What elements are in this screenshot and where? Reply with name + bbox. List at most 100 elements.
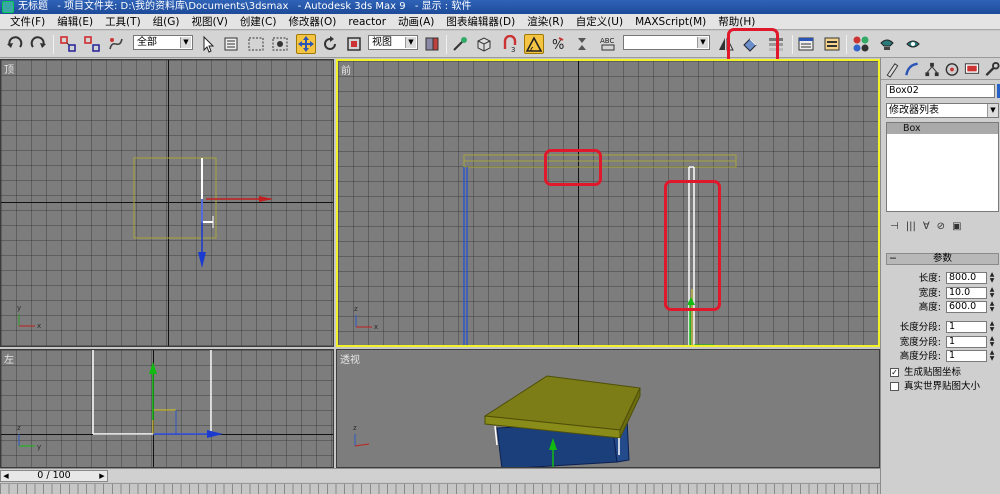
command-panel: Box02 修改器列表 ▼ Box ⊣ ||| ∀ ⊘ ▣ − 参数 长度: 800… xyxy=(880,58,1000,494)
svg-text:x: x xyxy=(37,322,41,330)
svg-text:y: y xyxy=(17,304,21,312)
select-and-rotate-icon[interactable] xyxy=(320,34,340,54)
viewport-perspective[interactable]: 透视 z xyxy=(336,349,880,468)
redo-icon[interactable] xyxy=(28,34,48,54)
viewport-front[interactable]: 前 z x xyxy=(336,59,880,347)
parameters-rollout-header[interactable]: − 参数 xyxy=(886,253,999,265)
select-object-icon[interactable] xyxy=(198,34,218,54)
modifier-stack-item[interactable]: Box xyxy=(887,123,998,134)
schematic-view-icon[interactable] xyxy=(822,34,842,54)
top-view-scene: y x xyxy=(17,157,273,330)
quick-render-icon[interactable] xyxy=(903,34,923,54)
menu-edit[interactable]: 编辑(E) xyxy=(51,14,99,30)
length-segs-param: 长度分段: 1 ▲ ▼ xyxy=(886,321,999,334)
checkbox-label: 生成贴图坐标 xyxy=(904,367,962,378)
select-and-move-icon[interactable] xyxy=(296,34,316,54)
undo-icon[interactable] xyxy=(5,34,25,54)
generate-mapping-coords-checkbox[interactable]: ✓ 生成贴图坐标 xyxy=(890,366,1000,379)
unlink-selection-icon[interactable] xyxy=(82,34,102,54)
modifier-list-dropdown[interactable]: 修改器列表 ▼ xyxy=(886,103,999,118)
spinner-icon[interactable]: ▲ ▼ xyxy=(988,321,996,333)
spinner-icon[interactable]: ▲ ▼ xyxy=(988,287,996,299)
bind-to-space-warp-icon[interactable] xyxy=(106,34,126,54)
length-input[interactable]: 800.0 xyxy=(946,272,987,284)
create-tab-icon[interactable] xyxy=(883,61,901,78)
rectangular-selection-region-icon[interactable] xyxy=(246,34,266,54)
menu-tools[interactable]: 工具(T) xyxy=(99,14,147,30)
edit-named-selection-icon[interactable]: ABC xyxy=(598,34,618,54)
menu-reactor[interactable]: reactor xyxy=(342,14,392,30)
keyboard-shortcut-override-icon[interactable] xyxy=(474,34,494,54)
hierarchy-tab-icon[interactable] xyxy=(923,61,941,78)
time-slider[interactable]: ◀ 0 / 100 ▶ xyxy=(0,470,108,482)
menu-customize[interactable]: 自定义(U) xyxy=(570,14,629,30)
spinner-icon[interactable]: ▲ ▼ xyxy=(988,301,996,313)
curve-editor-icon[interactable] xyxy=(796,34,816,54)
remove-modifier-icon[interactable]: ⊘ xyxy=(937,221,945,232)
make-unique-icon[interactable]: ∀ xyxy=(923,221,930,232)
material-editor-icon[interactable] xyxy=(851,34,871,54)
menu-create[interactable]: 创建(C) xyxy=(234,14,283,30)
length-param: 长度: 800.0 ▲ ▼ xyxy=(886,272,999,285)
height-segs-input[interactable]: 1 xyxy=(946,350,987,362)
leg-highlight xyxy=(664,180,721,311)
modifier-stack[interactable]: Box xyxy=(886,122,999,212)
width-segs-param: 宽度分段: 1 ▲ ▼ xyxy=(886,336,999,349)
window-crossing-icon[interactable] xyxy=(270,34,290,54)
motion-tab-icon[interactable] xyxy=(943,61,961,78)
svg-text:y: y xyxy=(37,443,41,451)
spinner-icon[interactable]: ▲ ▼ xyxy=(988,272,996,284)
checkbox-label: 真实世界贴图大小 xyxy=(904,381,981,392)
angle-snap-toggle-icon[interactable] xyxy=(524,34,544,54)
object-name-field[interactable]: Box02 xyxy=(886,84,995,98)
svg-text:z: z xyxy=(353,424,357,432)
show-end-result-icon[interactable]: ||| xyxy=(906,221,916,232)
menu-bar: 文件(F) 编辑(E) 工具(T) 组(G) 视图(V) 创建(C) 修改器(O… xyxy=(0,14,1000,30)
modifier-stack-tools: ⊣ ||| ∀ ⊘ ▣ xyxy=(886,218,999,234)
viewport-left[interactable]: 左 z y xyxy=(0,349,334,468)
width-input[interactable]: 10.0 xyxy=(946,287,987,299)
param-label: 长度: xyxy=(918,273,941,284)
menu-views[interactable]: 视图(V) xyxy=(186,14,234,30)
select-and-scale-icon[interactable] xyxy=(344,34,364,54)
menu-group[interactable]: 组(G) xyxy=(147,14,186,30)
menu-maxscript[interactable]: MAXScript(M) xyxy=(629,14,712,30)
select-by-name-icon[interactable] xyxy=(222,34,242,54)
display-tab-icon[interactable] xyxy=(963,61,981,78)
percent-snap-toggle-icon[interactable]: % xyxy=(548,34,568,54)
menu-file[interactable]: 文件(F) xyxy=(4,14,51,30)
utilities-tab-icon[interactable] xyxy=(983,61,1000,78)
menu-animation[interactable]: 动画(A) xyxy=(392,14,440,30)
configure-modifier-sets-icon[interactable]: ▣ xyxy=(952,221,961,232)
snaps-toggle-icon[interactable]: 3 xyxy=(500,34,520,54)
menu-graph-editors[interactable]: 图表编辑器(D) xyxy=(440,14,521,30)
checkbox-unchecked-icon[interactable] xyxy=(890,382,899,391)
main-toolbar: 全部 ▼ 视图 ▼ 3 % ABC ▼ xyxy=(0,31,1000,58)
previous-frame-icon[interactable]: ◀ xyxy=(2,471,10,481)
param-label: 高度: xyxy=(918,302,941,313)
width-segs-input[interactable]: 1 xyxy=(946,336,987,348)
menu-modifiers[interactable]: 修改器(O) xyxy=(282,14,342,30)
track-bar[interactable] xyxy=(0,483,880,494)
modify-tab-icon[interactable] xyxy=(903,61,921,78)
spinner-icon[interactable]: ▲ ▼ xyxy=(988,350,996,362)
render-scene-dialog-icon[interactable] xyxy=(877,34,897,54)
checkbox-checked-icon[interactable]: ✓ xyxy=(890,368,899,377)
height-input[interactable]: 600.0 xyxy=(946,301,987,313)
length-segs-input[interactable]: 1 xyxy=(946,321,987,333)
use-pivot-center-icon[interactable] xyxy=(422,34,442,54)
3dsmax-app-icon[interactable] xyxy=(2,1,14,13)
viewport-top[interactable]: 顶 y x xyxy=(0,59,334,347)
selection-filter-dropdown[interactable]: 全部 ▼ xyxy=(133,35,193,50)
menu-rendering[interactable]: 渲染(R) xyxy=(521,14,570,30)
reference-coordinate-dropdown[interactable]: 视图 ▼ xyxy=(368,35,418,50)
spinner-icon[interactable]: ▲ ▼ xyxy=(988,336,996,348)
real-world-map-size-checkbox[interactable]: 真实世界贴图大小 xyxy=(890,380,1000,393)
next-frame-icon[interactable]: ▶ xyxy=(98,471,106,481)
select-and-link-icon[interactable] xyxy=(58,34,78,54)
named-selection-set-dropdown[interactable]: ▼ xyxy=(623,35,710,50)
pin-stack-icon[interactable]: ⊣ xyxy=(890,221,899,232)
command-panel-tabs xyxy=(881,58,1000,80)
select-and-manipulate-icon[interactable] xyxy=(450,34,470,54)
spinner-snap-toggle-icon[interactable] xyxy=(572,34,592,54)
